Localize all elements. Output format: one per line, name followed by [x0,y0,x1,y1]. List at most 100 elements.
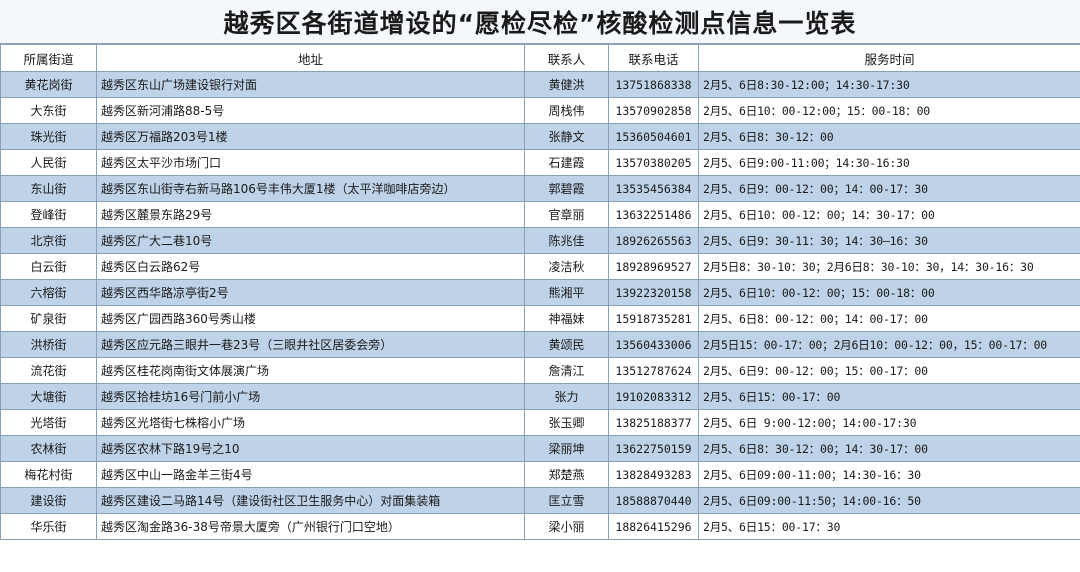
table-row: 矿泉街 越秀区广园西路360号秀山楼 神福妹 15918735281 2月5、6日8：0… [0,305,1080,332]
cell-address: 越秀区新河浦路88-5号 [96,97,525,124]
cell-contact: 张静文 [524,123,609,150]
cell-contact: 梁丽坤 [524,435,609,462]
cell-street: 农林街 [0,435,97,462]
cell-contact: 詹清江 [524,357,609,384]
table-row: 六榕街 越秀区西华路凉亭街2号 熊湘平 13922320158 2月5、6日10：00-… [0,279,1080,306]
cell-street: 白云街 [0,253,97,280]
cell-address: 越秀区万福路203号1楼 [96,123,525,150]
table-row: 大塘街 越秀区拾桂坊16号门前小广场 张力 19102083312 2月5、6日15：0… [0,383,1080,410]
header-contact: 联系人 [524,44,609,72]
cell-phone: 13922320158 [608,279,699,306]
cell-hours: 2月5、6日8：00-12：00；14：00-17：00 [698,305,1080,332]
table-row: 人民街 越秀区太平沙市场门口 石建霞 13570380205 2月5、6日9:00-11… [0,149,1080,176]
cell-hours: 2月5、6日10：00-12：00；15：00-18：00 [698,279,1080,306]
cell-contact: 郑楚燕 [524,461,609,488]
table-row: 华乐街 越秀区淘金路36-38号帝景大厦旁（广州银行门口空地） 梁小丽 1882641… [0,513,1080,540]
cell-address: 越秀区光塔街七株榕小广场 [96,409,525,436]
cell-phone: 13560433006 [608,331,699,358]
cell-street: 大塘街 [0,383,97,410]
cell-street: 梅花村街 [0,461,97,488]
cell-hours: 2月5、6日 9:00-12:00；14:00-17:30 [698,409,1080,436]
cell-hours: 2月5、6日09:00-11:50；14:00-16：50 [698,487,1080,514]
cell-hours: 2月5日15：00-17：00；2月6日10：00-12：00，15：00-17… [698,331,1080,358]
table-row: 流花街 越秀区桂花岗南街文体展演广场 詹清江 13512787624 2月5、6日9：0… [0,357,1080,384]
page-title: 越秀区各街道增设的“愿检尽检”核酸检测点信息一览表 [0,0,1080,44]
cell-address: 越秀区桂花岗南街文体展演广场 [96,357,525,384]
cell-street: 华乐街 [0,513,97,540]
cell-address: 越秀区广园西路360号秀山楼 [96,305,525,332]
cell-address: 越秀区东山街寺右新马路106号丰伟大厦1楼（太平洋咖啡店旁边） [96,175,525,202]
cell-address: 越秀区中山一路金羊三街4号 [96,461,525,488]
cell-hours: 2月5、6日15：00-17：30 [698,513,1080,540]
cell-phone: 13632251486 [608,201,699,228]
cell-address: 越秀区广大二巷10号 [96,227,525,254]
table-row: 农林街 越秀区农林下路19号之10 梁丽坤 13622750159 2月5、6日8：30… [0,435,1080,462]
cell-hours: 2月5、6日8：30-12：00 [698,123,1080,150]
cell-address: 越秀区农林下路19号之10 [96,435,525,462]
cell-street: 六榕街 [0,279,97,306]
header-address: 地址 [96,44,525,72]
cell-contact: 熊湘平 [524,279,609,306]
header-street: 所属街道 [0,44,97,72]
cell-address: 越秀区应元路三眼井一巷23号（三眼井社区居委会旁） [96,331,525,358]
cell-contact: 凌洁秋 [524,253,609,280]
cell-address: 越秀区麓景东路29号 [96,201,525,228]
cell-address: 越秀区淘金路36-38号帝景大厦旁（广州银行门口空地） [96,513,525,540]
cell-street: 登峰街 [0,201,97,228]
cell-phone: 13535456384 [608,175,699,202]
cell-street: 矿泉街 [0,305,97,332]
table-row: 洪桥街 越秀区应元路三眼井一巷23号（三眼井社区居委会旁） 黄颂民 135604330… [0,331,1080,358]
cell-hours: 2月5、6日9：00-12：00；15：00-17：00 [698,357,1080,384]
table-row: 大东街 越秀区新河浦路88-5号 周栈伟 13570902858 2月5、6日10：00… [0,97,1080,124]
cell-phone: 13570380205 [608,149,699,176]
cell-address: 越秀区拾桂坊16号门前小广场 [96,383,525,410]
cell-address: 越秀区西华路凉亭街2号 [96,279,525,306]
table-row: 东山街 越秀区东山街寺右新马路106号丰伟大厦1楼（太平洋咖啡店旁边） 郭碧霞 135… [0,175,1080,202]
cell-contact: 石建霞 [524,149,609,176]
cell-street: 北京街 [0,227,97,254]
cell-phone: 13622750159 [608,435,699,462]
header-phone: 联系电话 [608,44,699,72]
cell-phone: 13828493283 [608,461,699,488]
cell-street: 黄花岗街 [0,71,97,98]
cell-street: 光塔街 [0,409,97,436]
cell-contact: 张力 [524,383,609,410]
cell-hours: 2月5、6日10：00-12：00；14：30-17：00 [698,201,1080,228]
table-header-row: 所属街道 地址 联系人 联系电话 服务时间 [0,44,1080,72]
cell-hours: 2月5、6日15：00-17：00 [698,383,1080,410]
cell-contact: 郭碧霞 [524,175,609,202]
cell-phone: 19102083312 [608,383,699,410]
cell-phone: 18826415296 [608,513,699,540]
cell-street: 珠光街 [0,123,97,150]
cell-hours: 2月5、6日9：00-12：00；14：00-17：30 [698,175,1080,202]
table-row: 梅花村街 越秀区中山一路金羊三街4号 郑楚燕 13828493283 2月5、6日09:… [0,461,1080,488]
cell-address: 越秀区白云路62号 [96,253,525,280]
cell-contact: 梁小丽 [524,513,609,540]
cell-phone: 13512787624 [608,357,699,384]
cell-street: 人民街 [0,149,97,176]
cell-phone: 18926265563 [608,227,699,254]
cell-contact: 黄颂民 [524,331,609,358]
cell-contact: 匡立雪 [524,487,609,514]
table-row: 北京街 越秀区广大二巷10号 陈兆佳 18926265563 2月5、6日9：30-11… [0,227,1080,254]
cell-phone: 13570902858 [608,97,699,124]
table-row: 登峰街 越秀区麓景东路29号 官章丽 13632251486 2月5、6日10：00-1… [0,201,1080,228]
cell-hours: 2月5、6日9：30-11：30；14：30—16：30 [698,227,1080,254]
header-hours: 服务时间 [698,44,1080,72]
table-row: 白云街 越秀区白云路62号 凌洁秋 18928969527 2月5日8：30-10：30… [0,253,1080,280]
cell-street: 建设街 [0,487,97,514]
cell-hours: 2月5、6日10：00-12:00；15：00-18：00 [698,97,1080,124]
table-row: 建设街 越秀区建设二马路14号（建设街社区卫生服务中心）对面集装箱 匡立雪 18588… [0,487,1080,514]
cell-contact: 官章丽 [524,201,609,228]
cell-phone: 13825188377 [608,409,699,436]
cell-contact: 黄健洪 [524,71,609,98]
cell-street: 洪桥街 [0,331,97,358]
cell-contact: 周栈伟 [524,97,609,124]
cell-street: 东山街 [0,175,97,202]
cell-hours: 2月5、6日8:30-12:00；14:30-17:30 [698,71,1080,98]
cell-phone: 15360504601 [608,123,699,150]
cell-phone: 18588870440 [608,487,699,514]
cell-phone: 18928969527 [608,253,699,280]
table-row: 光塔街 越秀区光塔街七株榕小广场 张玉卿 13825188377 2月5、6日 9:00… [0,409,1080,436]
cell-street: 大东街 [0,97,97,124]
